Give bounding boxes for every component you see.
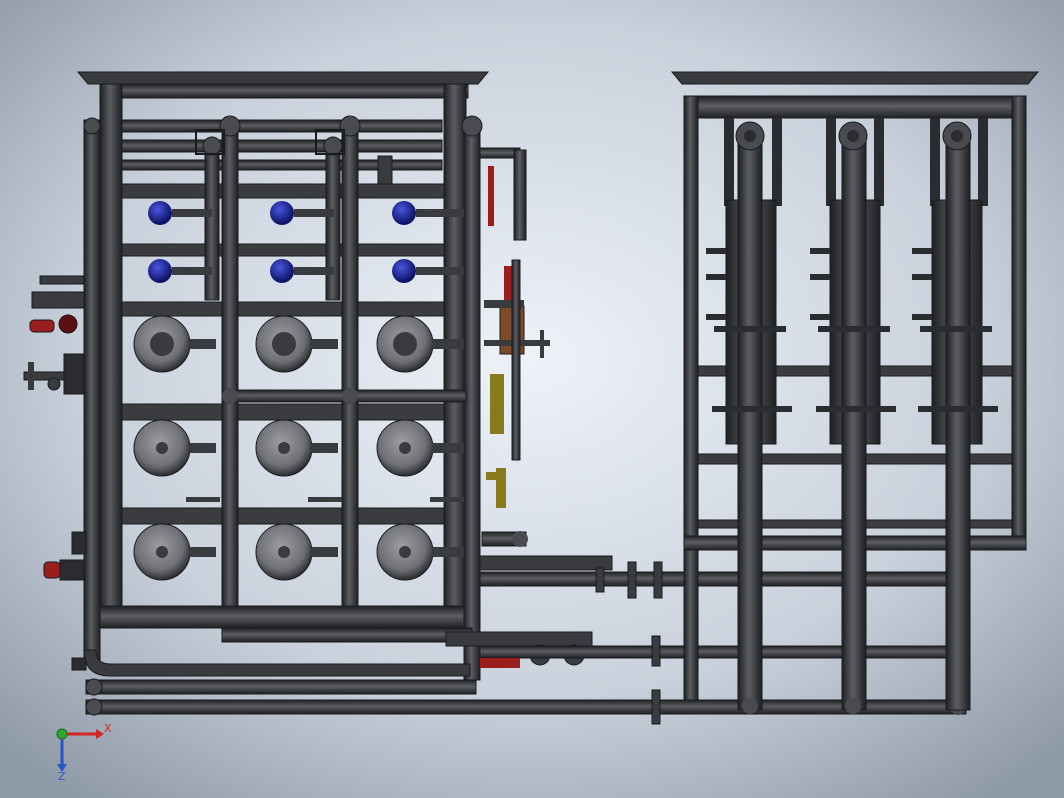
cad-drawing: X Z: [0, 0, 1064, 798]
axis-z-label: Z: [58, 770, 66, 783]
axis-x-label: X: [104, 722, 112, 735]
cad-viewport[interactable]: X Z: [0, 0, 1064, 798]
